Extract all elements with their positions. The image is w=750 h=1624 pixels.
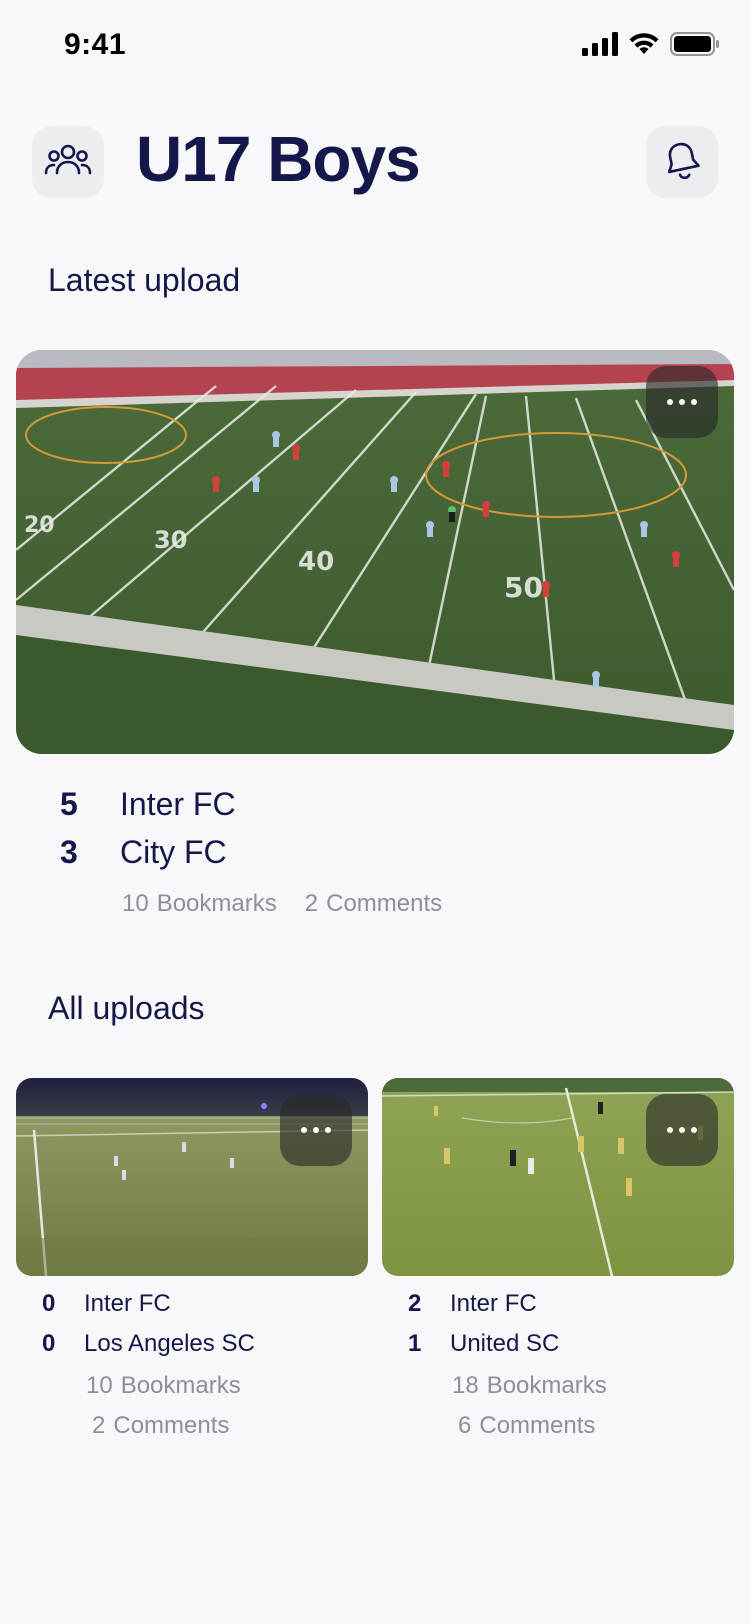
- wifi-icon: [628, 32, 660, 61]
- latest-home-score: 5: [60, 786, 78, 822]
- upload-comments[interactable]: 2 Comments: [92, 1412, 229, 1440]
- status-bar: 9:41: [0, 0, 750, 92]
- upload-comments[interactable]: 6 Comments: [458, 1412, 595, 1440]
- svg-text:30: 30: [154, 526, 187, 554]
- away-score: 0: [42, 1330, 56, 1357]
- status-icons: [582, 32, 720, 61]
- svg-text:40: 40: [298, 547, 334, 577]
- comments-count: 6: [458, 1412, 472, 1439]
- comments-count: 2: [304, 890, 319, 917]
- comments-label: Comments: [479, 1412, 596, 1439]
- comments-count: 2: [92, 1412, 106, 1439]
- home-score: 0: [42, 1290, 56, 1317]
- more-dots-icon: [667, 1127, 697, 1133]
- home-score: 2: [408, 1290, 422, 1317]
- bell-icon: [664, 140, 700, 185]
- bookmarks-count: 10: [86, 1372, 113, 1399]
- latest-away-score-row: 3 City FC: [60, 834, 227, 871]
- home-team: Inter FC: [84, 1290, 171, 1317]
- latest-upload-meta: 10 Bookmarks 2 Comments: [122, 890, 442, 918]
- page-title: U17 Boys: [136, 123, 421, 195]
- more-dots-icon: [667, 399, 697, 405]
- latest-comments[interactable]: 2 Comments: [305, 890, 442, 918]
- upload-thumbnail[interactable]: [382, 1078, 734, 1276]
- svg-text:20: 20: [24, 513, 55, 538]
- upload-away-score-row: 1 United SC: [408, 1330, 559, 1358]
- upload-bookmarks[interactable]: 18 Bookmarks: [452, 1372, 607, 1400]
- upload-thumbnail[interactable]: [16, 1078, 368, 1276]
- latest-bookmarks[interactable]: 10 Bookmarks: [122, 890, 277, 918]
- away-team: Los Angeles SC: [84, 1330, 255, 1357]
- all-uploads-heading: All uploads: [48, 990, 205, 1026]
- upload-home-score-row: 0 Inter FC: [42, 1290, 171, 1318]
- status-time: 9:41: [64, 28, 127, 61]
- bookmarks-count: 10: [122, 890, 149, 917]
- battery-icon: [670, 32, 720, 61]
- cellular-signal-icon: [582, 32, 618, 61]
- upload-bookmarks[interactable]: 10 Bookmarks: [86, 1372, 241, 1400]
- latest-upload-thumbnail[interactable]: 20 30 40 50: [16, 350, 734, 754]
- comments-label: Comments: [326, 890, 443, 917]
- football-field-image: 20 30 40 50: [16, 350, 734, 754]
- svg-text:50: 50: [504, 571, 543, 604]
- away-team: United SC: [450, 1330, 560, 1357]
- latest-home-score-row: 5 Inter FC: [60, 786, 236, 823]
- upload-away-score-row: 0 Los Angeles SC: [42, 1330, 255, 1358]
- latest-upload-heading: Latest upload: [48, 262, 241, 298]
- latest-home-team: Inter FC: [120, 786, 236, 822]
- upload-more-button[interactable]: [280, 1094, 352, 1166]
- upload-home-score-row: 2 Inter FC: [408, 1290, 537, 1318]
- latest-upload-more-button[interactable]: [646, 366, 718, 438]
- bookmarks-count: 18: [452, 1372, 479, 1399]
- latest-away-score: 3: [60, 834, 78, 870]
- more-dots-icon: [301, 1127, 331, 1133]
- upload-more-button[interactable]: [646, 1094, 718, 1166]
- comments-label: Comments: [113, 1412, 230, 1439]
- bookmarks-label: Bookmarks: [486, 1372, 607, 1399]
- team-button[interactable]: [32, 126, 104, 198]
- latest-away-team: City FC: [120, 834, 227, 870]
- team-icon: [44, 142, 92, 183]
- away-score: 1: [408, 1330, 422, 1357]
- home-team: Inter FC: [450, 1290, 537, 1317]
- bookmarks-label: Bookmarks: [120, 1372, 241, 1399]
- bookmarks-label: Bookmarks: [156, 890, 277, 917]
- notifications-button[interactable]: [646, 126, 718, 198]
